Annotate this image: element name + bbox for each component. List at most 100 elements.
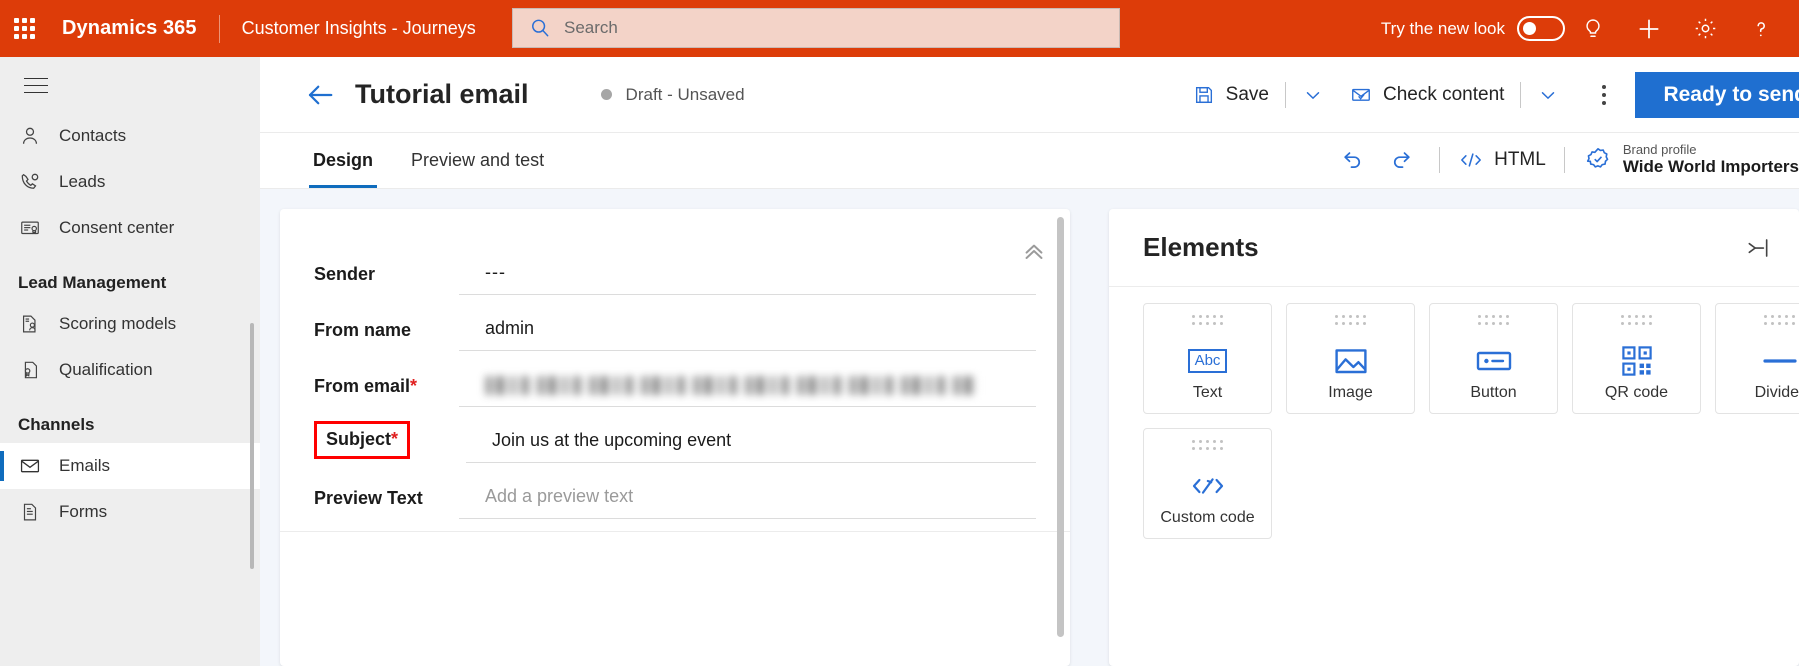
element-tile-divider[interactable]: Divider	[1715, 303, 1799, 414]
from-name-label: From name	[314, 320, 412, 340]
card-section-divider	[280, 531, 1070, 532]
save-floppy-icon	[1195, 86, 1212, 103]
sidebar-item-label: Forms	[59, 502, 108, 521]
settings-button[interactable]	[1677, 0, 1733, 57]
ready-to-send-button[interactable]: Ready to send	[1635, 71, 1799, 118]
tab-bar: Design Preview and test HTML Brand profi…	[260, 132, 1799, 189]
top-bar-actions: Try the new look	[1381, 0, 1799, 57]
field-row-subject: Subject* Join us at the upcoming event	[314, 407, 1036, 463]
save-label: Save	[1225, 83, 1269, 105]
sidebar-item-leads[interactable]: Leads	[0, 159, 260, 205]
lightbulb-button[interactable]	[1565, 0, 1621, 57]
element-tile-label: Button	[1470, 384, 1517, 401]
preview-text-label: Preview Text	[314, 488, 423, 508]
html-button[interactable]: HTML	[1450, 140, 1554, 180]
sidebar-item-label: Qualification	[59, 360, 153, 379]
brand-profile-value: Wide World Importers	[1622, 157, 1799, 177]
hamburger-icon	[24, 77, 48, 93]
required-asterisk: *	[410, 376, 418, 396]
subject-value[interactable]: Join us at the upcoming event	[466, 423, 1036, 463]
preview-text-value[interactable]: Add a preview text	[459, 479, 1036, 519]
check-content-menu-button[interactable]	[1531, 78, 1565, 112]
expand-panel-icon[interactable]	[1745, 235, 1771, 261]
sidebar-item-contacts[interactable]: Contacts	[0, 113, 260, 159]
check-content-envelope-icon	[1352, 88, 1370, 101]
field-row-from-name: From name admin	[314, 295, 1036, 351]
sidebar-scrollbar[interactable]	[250, 323, 254, 569]
brand-badge-icon	[1586, 148, 1609, 169]
sidebar-item-label: Emails	[59, 456, 111, 475]
code-brackets-icon	[1461, 152, 1482, 167]
new-look-toggle[interactable]	[1517, 16, 1565, 41]
more-commands-button[interactable]	[1587, 75, 1621, 115]
sidebar-item-label: Leads	[59, 172, 106, 191]
drag-handle-icon	[1334, 315, 1367, 326]
element-tile-image[interactable]: Image	[1286, 303, 1415, 414]
save-menu-button[interactable]	[1296, 78, 1330, 112]
sidebar-item-consent-center[interactable]: Consent center	[0, 205, 260, 251]
sidebar-item-forms[interactable]: Forms	[0, 489, 260, 535]
from-name-value[interactable]: admin	[459, 311, 1036, 351]
field-row-preview-text: Preview Text Add a preview text	[314, 463, 1036, 519]
sidebar-item-qualification[interactable]: Qualification	[0, 347, 260, 393]
element-tile-text[interactable]: Abc Text	[1143, 303, 1272, 414]
undo-button[interactable]	[1331, 140, 1371, 180]
elements-panel-header: Elements	[1109, 209, 1799, 286]
chevron-down-icon	[1542, 91, 1555, 99]
subject-label-highlight: Subject*	[314, 421, 411, 459]
form-document-icon	[18, 500, 42, 524]
tab-design[interactable]: Design	[309, 132, 378, 188]
consent-document-icon	[18, 216, 42, 240]
element-tile-label: QR code	[1604, 384, 1669, 401]
qualification-icon	[18, 358, 42, 382]
sidebar-group-lead-management: Lead Management	[18, 273, 167, 292]
brand-divider-2	[1563, 146, 1565, 173]
app-name-label: Customer Insights - Journeys	[241, 18, 476, 38]
search-icon	[532, 19, 549, 37]
sender-label: Sender	[314, 264, 376, 284]
drag-handle-icon	[1191, 440, 1224, 451]
waffle-icon	[13, 18, 35, 39]
command-bar-actions: Save Check content Ready to send	[1187, 57, 1799, 132]
text-abc-icon: Abc	[1144, 338, 1271, 384]
command-bar: Tutorial email Draft - Unsaved Save Chec…	[260, 57, 1799, 132]
sidebar-item-scoring-models[interactable]: Scoring models	[0, 301, 260, 347]
field-row-sender: Sender ---	[314, 239, 1036, 295]
tab-preview-and-test[interactable]: Preview and test	[407, 132, 548, 188]
sidebar-group-channels: Channels	[18, 415, 95, 434]
element-tile-label: Image	[1328, 384, 1373, 401]
search-input[interactable]	[564, 14, 1044, 42]
tab-bar-tools: HTML Brand profile Wide World Importers	[1325, 131, 1799, 188]
from-email-value[interactable]	[459, 367, 1036, 407]
sidebar: Contacts Leads Consent center Lead Manag…	[0, 57, 260, 666]
quick-create-button[interactable]	[1621, 0, 1677, 57]
canvas-scrollbar[interactable]	[1057, 217, 1064, 637]
command-divider	[1284, 81, 1286, 108]
elements-panel: Elements Abc Text Image Button QR code D…	[1109, 209, 1799, 666]
brand-profile-button[interactable]: Brand profile Wide World Importers	[1575, 142, 1799, 178]
main-content: Tutorial email Draft - Unsaved Save Chec…	[260, 57, 1799, 666]
drag-handle-icon	[1763, 315, 1796, 326]
sidebar-collapse-button[interactable]	[8, 57, 64, 113]
email-settings-card: Sender --- From name admin From email* S…	[280, 209, 1070, 666]
sender-value[interactable]: ---	[459, 255, 1036, 295]
redo-button[interactable]	[1383, 140, 1423, 180]
status-dot-icon	[600, 89, 612, 100]
element-tile-button[interactable]: Button	[1429, 303, 1558, 414]
app-launcher-button[interactable]	[0, 0, 48, 57]
divider-icon	[1716, 338, 1799, 384]
check-content-button[interactable]: Check content	[1344, 75, 1510, 115]
record-status: Draft - Unsaved	[625, 84, 745, 104]
brand-profile-text: Brand profile Wide World Importers	[1623, 142, 1799, 178]
back-arrow-icon[interactable]	[305, 80, 335, 110]
global-search[interactable]	[512, 8, 1120, 48]
sidebar-item-label: Contacts	[59, 126, 127, 145]
element-tile-qr-code[interactable]: QR code	[1572, 303, 1701, 414]
help-button[interactable]	[1733, 0, 1789, 57]
save-button[interactable]: Save	[1187, 75, 1275, 115]
plus-icon	[1639, 18, 1659, 39]
sidebar-item-emails[interactable]: Emails	[0, 443, 260, 489]
element-tile-custom-code[interactable]: Custom code	[1143, 428, 1272, 539]
redo-icon	[1394, 151, 1410, 168]
chevron-down-icon	[1306, 91, 1320, 99]
